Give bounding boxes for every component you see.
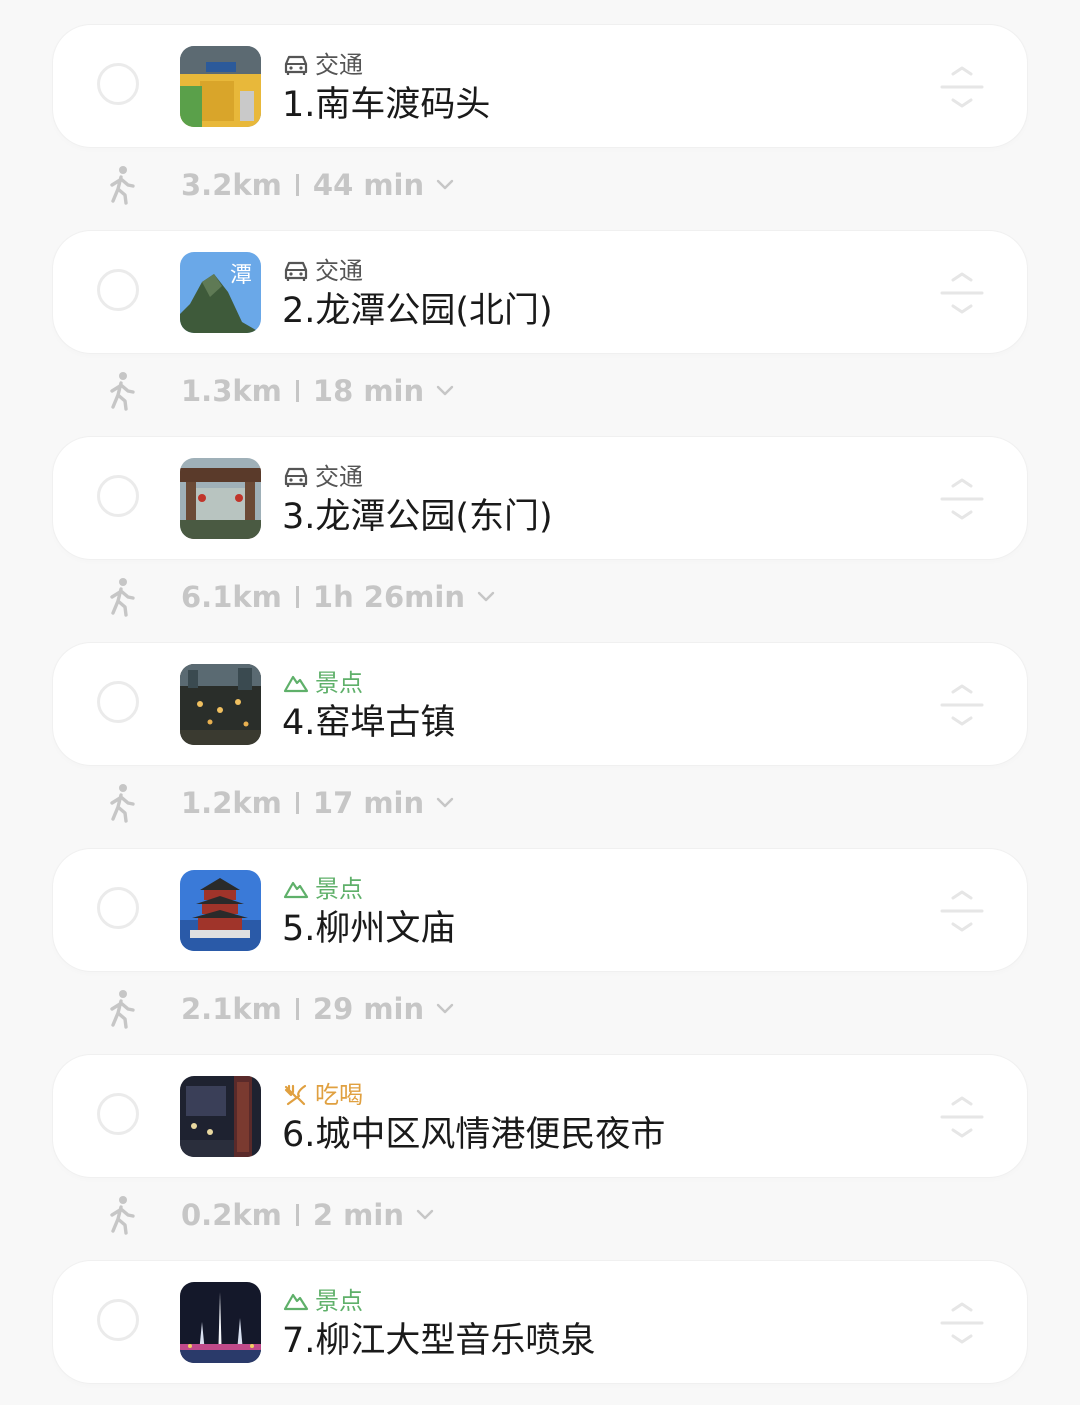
stop-checkbox[interactable] <box>97 1299 139 1341</box>
leg-separator <box>295 998 299 1020</box>
stop-card[interactable]: 潭 交通 2.龙潭公园(北门) <box>53 231 1027 353</box>
stop-title: 7.柳江大型音乐喷泉 <box>282 1321 596 1361</box>
stop-category-label: 景点 <box>315 875 363 903</box>
walking-icon <box>110 1196 135 1235</box>
chevron-down-icon[interactable] <box>416 1209 434 1221</box>
stop-category-label: 交通 <box>315 51 363 79</box>
leg-duration: 29 min <box>312 992 425 1026</box>
route-leg[interactable]: 6.1km 1h 26min <box>0 555 1080 639</box>
leg-separator <box>295 174 299 196</box>
stop-thumbnail <box>180 870 261 951</box>
stop-thumbnail: 潭 <box>180 252 261 333</box>
stop-checkbox[interactable] <box>97 1093 139 1135</box>
leg-separator <box>295 380 299 402</box>
stop-category: 吃喝 <box>283 1080 363 1110</box>
svg-text:潭: 潭 <box>230 263 252 288</box>
route-leg[interactable]: 1.3km 18 min <box>0 349 1080 433</box>
drag-handle-icon[interactable] <box>939 477 985 521</box>
leg-summary: 6.1km 1h 26min <box>181 577 495 617</box>
leg-duration: 17 min <box>312 786 425 820</box>
stop-category: 交通 <box>283 50 363 80</box>
stop-category-label: 吃喝 <box>315 1081 363 1109</box>
walking-icon <box>110 578 135 617</box>
leg-distance: 1.3km <box>181 374 282 408</box>
leg-summary: 1.3km 18 min <box>181 371 454 411</box>
stop-checkbox[interactable] <box>97 269 139 311</box>
stop-category-label: 景点 <box>315 669 363 697</box>
chevron-down-icon[interactable] <box>477 591 495 603</box>
leg-summary: 3.2km 44 min <box>181 165 454 205</box>
walking-icon <box>110 372 135 411</box>
stop-title: 4.窑埠古镇 <box>282 703 456 743</box>
stop-thumbnail <box>180 46 261 127</box>
leg-duration: 44 min <box>312 168 425 202</box>
drag-handle-icon[interactable] <box>939 1301 985 1345</box>
stop-checkbox[interactable] <box>97 681 139 723</box>
stop-category: 景点 <box>283 1286 363 1316</box>
leg-separator <box>295 586 299 608</box>
stop-card[interactable]: 交通 3.龙潭公园(东门) <box>53 437 1027 559</box>
leg-distance: 1.2km <box>181 786 282 820</box>
drag-handle-icon[interactable] <box>939 65 985 109</box>
stop-category-label: 景点 <box>315 1287 363 1315</box>
stop-category-label: 交通 <box>315 257 363 285</box>
drag-handle-icon[interactable] <box>939 889 985 933</box>
stop-category: 景点 <box>283 668 363 698</box>
stop-title: 5.柳州文庙 <box>282 909 456 949</box>
chevron-down-icon[interactable] <box>436 797 454 809</box>
leg-distance: 2.1km <box>181 992 282 1026</box>
stop-title: 1.南车渡码头 <box>282 85 491 125</box>
leg-distance: 6.1km <box>181 580 282 614</box>
leg-duration: 2 min <box>312 1198 404 1232</box>
stop-title: 6.城中区风情港便民夜市 <box>282 1115 666 1155</box>
stop-checkbox[interactable] <box>97 63 139 105</box>
drag-handle-icon[interactable] <box>939 271 985 315</box>
stop-checkbox[interactable] <box>97 887 139 929</box>
stop-card[interactable]: 景点 7.柳江大型音乐喷泉 <box>53 1261 1027 1383</box>
route-leg[interactable]: 1.2km 17 min <box>0 761 1080 845</box>
leg-summary: 1.2km 17 min <box>181 783 454 823</box>
leg-separator <box>295 1204 299 1226</box>
leg-summary: 0.2km 2 min <box>181 1195 434 1235</box>
chevron-down-icon[interactable] <box>436 385 454 397</box>
walking-icon <box>110 166 135 205</box>
fork-knife-icon <box>284 1084 307 1106</box>
drag-handle-icon[interactable] <box>939 683 985 727</box>
chevron-down-icon[interactable] <box>436 179 454 191</box>
stop-title: 2.龙潭公园(北门) <box>282 291 553 331</box>
leg-duration: 18 min <box>312 374 425 408</box>
mountain-icon <box>283 881 309 899</box>
mountain-icon <box>283 1293 309 1311</box>
stop-title: 3.龙潭公园(东门) <box>282 497 553 537</box>
stop-checkbox[interactable] <box>97 475 139 517</box>
stop-category: 景点 <box>283 874 363 904</box>
stop-card[interactable]: 景点 5.柳州文庙 <box>53 849 1027 971</box>
walking-icon <box>110 784 135 823</box>
stop-thumbnail <box>180 1076 261 1157</box>
stop-card[interactable]: 吃喝 6.城中区风情港便民夜市 <box>53 1055 1027 1177</box>
car-icon <box>284 55 308 75</box>
stop-card[interactable]: 交通 1.南车渡码头 <box>53 25 1027 147</box>
leg-duration: 1h 26min <box>312 580 465 614</box>
stop-category: 交通 <box>283 462 363 492</box>
stop-category: 交通 <box>283 256 363 286</box>
leg-separator <box>295 792 299 814</box>
stop-thumbnail <box>180 1282 261 1363</box>
stop-card[interactable]: 景点 4.窑埠古镇 <box>53 643 1027 765</box>
route-leg[interactable]: 0.2km 2 min <box>0 1173 1080 1257</box>
route-leg[interactable]: 2.1km 29 min <box>0 967 1080 1051</box>
car-icon <box>284 261 308 281</box>
stop-thumbnail <box>180 664 261 745</box>
chevron-down-icon[interactable] <box>436 1003 454 1015</box>
mountain-icon <box>283 675 309 693</box>
drag-handle-icon[interactable] <box>939 1095 985 1139</box>
car-icon <box>284 467 308 487</box>
route-leg[interactable]: 3.2km 44 min <box>0 143 1080 227</box>
stop-thumbnail <box>180 458 261 539</box>
leg-distance: 3.2km <box>181 168 282 202</box>
walking-icon <box>110 990 135 1029</box>
leg-distance: 0.2km <box>181 1198 282 1232</box>
stop-category-label: 交通 <box>315 463 363 491</box>
leg-summary: 2.1km 29 min <box>181 989 454 1029</box>
